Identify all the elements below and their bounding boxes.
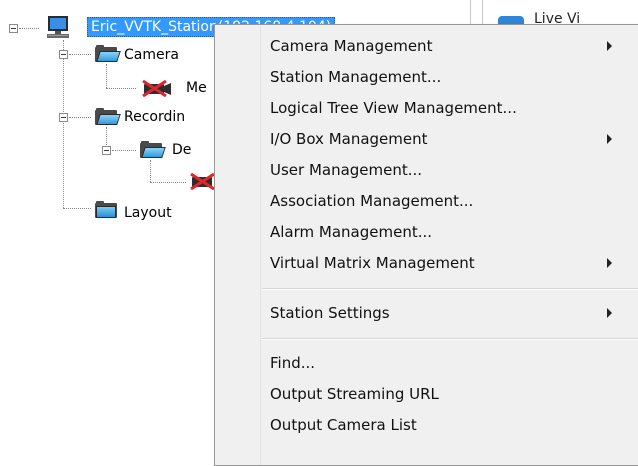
tree-node-recording-child[interactable]: De [172, 141, 191, 159]
menu-station-management[interactable]: Station Management... [270, 62, 630, 92]
menu-output-camera-list-label: Output Camera List [270, 416, 417, 434]
camera-collapse-toggle[interactable] [59, 50, 68, 59]
menu-association-management[interactable]: Association Management... [270, 186, 630, 216]
recording-device-folder-icon [140, 141, 166, 159]
menu-alarm-management-label: Alarm Management... [270, 223, 433, 241]
menu-separator [262, 288, 638, 290]
tree-node-recording[interactable]: Recordin [124, 108, 185, 126]
menu-virtual-matrix-management-label: Virtual Matrix Management [270, 254, 475, 272]
menu-user-management-label: User Management... [270, 161, 423, 179]
menu-find-label: Find... [270, 354, 316, 372]
camera-folder-icon [95, 45, 121, 63]
menu-find[interactable]: Find... [270, 348, 630, 378]
menu-io-box-management[interactable]: I/O Box Management [270, 124, 630, 154]
menu-station-settings-label: Station Settings [270, 304, 390, 322]
layout-folder-icon [95, 201, 119, 219]
camera-disconnected-icon [140, 79, 174, 98]
menu-alarm-management[interactable]: Alarm Management... [270, 217, 630, 247]
recording-device-collapse-toggle[interactable] [102, 146, 111, 155]
submenu-arrow-icon [607, 308, 612, 318]
context-menu: Camera Management Station Management... … [214, 24, 638, 466]
menu-virtual-matrix-management[interactable]: Virtual Matrix Management [270, 248, 630, 278]
menu-separator [262, 338, 638, 340]
submenu-arrow-icon [607, 41, 612, 51]
menu-logical-tree-view-management-label: Logical Tree View Management... [270, 99, 517, 117]
menu-output-camera-list[interactable]: Output Camera List [270, 410, 630, 440]
root-collapse-toggle[interactable] [9, 24, 18, 33]
tree-node-camera[interactable]: Camera [124, 46, 179, 64]
menu-user-management[interactable]: User Management... [270, 155, 630, 185]
submenu-arrow-icon [607, 258, 612, 268]
menu-station-management-label: Station Management... [270, 68, 442, 86]
recording-collapse-toggle[interactable] [59, 113, 68, 122]
menu-station-settings[interactable]: Station Settings [270, 298, 630, 328]
menu-output-streaming-url[interactable]: Output Streaming URL [270, 379, 630, 409]
menu-logical-tree-view-management[interactable]: Logical Tree View Management... [270, 93, 630, 123]
tree-node-layout[interactable]: Layout [124, 204, 172, 222]
menu-io-box-management-label: I/O Box Management [270, 130, 428, 148]
recording-folder-icon [95, 108, 121, 126]
tree-node-camera-child[interactable]: Me [186, 79, 207, 97]
submenu-arrow-icon [607, 134, 612, 144]
menu-camera-management-label: Camera Management [270, 37, 433, 55]
menu-camera-management[interactable]: Camera Management [270, 31, 630, 61]
station-computer-icon [45, 15, 71, 39]
menu-association-management-label: Association Management... [270, 192, 474, 210]
menu-output-streaming-url-label: Output Streaming URL [270, 385, 439, 403]
